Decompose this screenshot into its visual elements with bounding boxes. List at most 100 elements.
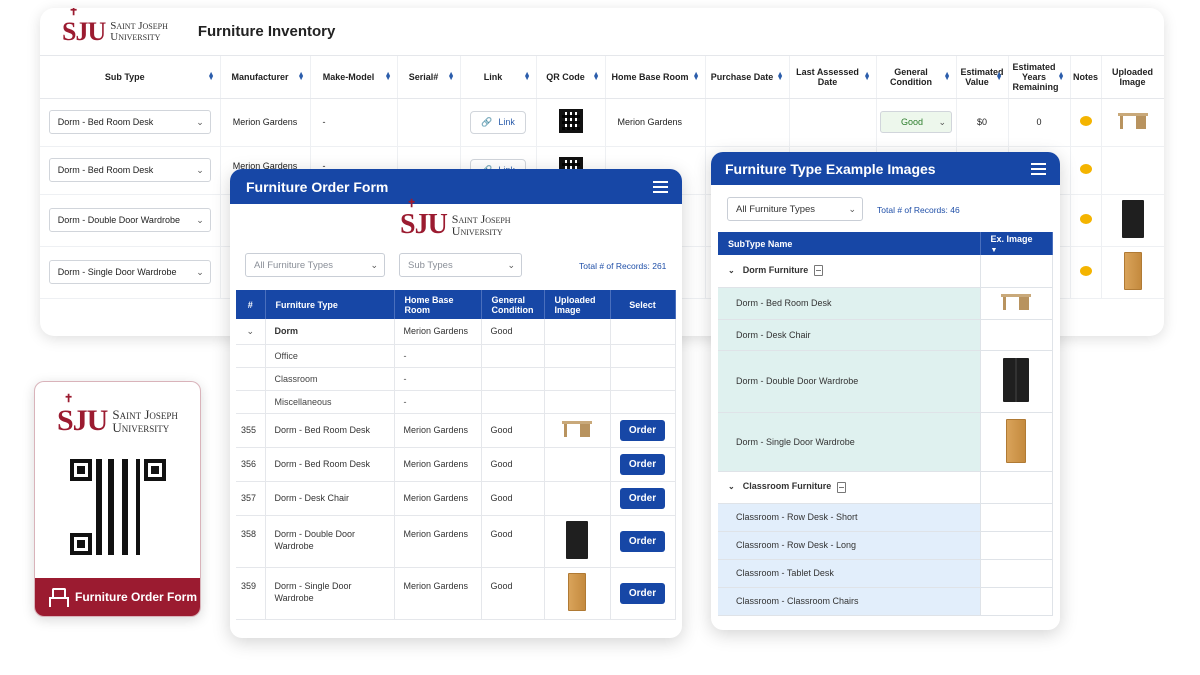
- sju-logo: SJU Saint JosephUniversity: [57, 394, 178, 436]
- order-button[interactable]: Order: [620, 487, 665, 509]
- furniture-types-filter[interactable]: All Furniture Types ⌄: [727, 197, 863, 221]
- sort-icon[interactable]: ▲ ▼: [524, 71, 531, 82]
- desk-image[interactable]: [1117, 113, 1148, 129]
- chevron-down-icon[interactable]: ⌄: [728, 266, 735, 275]
- col-header[interactable]: Estimated Value ▲ ▼: [956, 56, 1009, 99]
- item-type: Dorm - Desk Chair: [265, 481, 395, 516]
- list-item[interactable]: Dorm - Single Door Wardrobe: [718, 412, 1053, 472]
- list-item[interactable]: Classroom - Tablet Desk: [718, 559, 1053, 588]
- col-header[interactable]: Make-Model ▲ ▼: [310, 56, 398, 99]
- col-header[interactable]: Manufacturer ▲ ▼: [220, 56, 311, 99]
- subtype-select[interactable]: Dorm - Single Door Wardrobe ⌄: [48, 260, 211, 284]
- chevron-down-icon[interactable]: ⌄: [728, 482, 735, 491]
- sort-icon[interactable]: ▲ ▼: [298, 71, 305, 82]
- home-base-cell: Merion Gardens: [394, 567, 482, 620]
- table-header-row: Sub Type ▲ ▼ Manufacturer ▲ ▼ Make-Model ▲ ▼ S…: [40, 56, 1164, 99]
- sort-icon[interactable]: ▲ ▼: [777, 71, 784, 82]
- table-row: Dorm - Bed Room Desk⌄ Merion Gardens - 🔗…: [40, 98, 1164, 147]
- list-item[interactable]: Classroom - Classroom Chairs: [718, 587, 1053, 616]
- sort-icon[interactable]: ▲ ▼: [693, 71, 700, 82]
- table-row: 357 Dorm - Desk Chair Merion Gardens Goo…: [236, 481, 676, 516]
- dark-wardrobe-image[interactable]: [566, 520, 588, 559]
- sort-icon[interactable]: ▲ ▼: [944, 71, 951, 82]
- col-header[interactable]: Uploaded Image: [1101, 56, 1164, 99]
- list-item[interactable]: Dorm - Bed Room Desk: [718, 287, 1053, 320]
- copy-icon[interactable]: [814, 265, 824, 277]
- subgroup-name: Classroom: [265, 367, 395, 391]
- col-header[interactable]: Notes: [1070, 56, 1102, 99]
- item-type: Dorm - Bed Room Desk: [265, 413, 395, 448]
- home-base-cell: Merion Gardens: [605, 98, 706, 147]
- col-header[interactable]: Ex. Image ▼: [980, 232, 1053, 255]
- furniture-types-filter[interactable]: All Furniture Types ⌄: [245, 253, 385, 277]
- sort-icon[interactable]: ▲ ▼: [208, 71, 215, 82]
- sort-icon[interactable]: ▲ ▼: [385, 71, 392, 82]
- table-row: 356 Dorm - Bed Room Desk Merion Gardens …: [236, 447, 676, 482]
- sort-icon[interactable]: ▲ ▼: [864, 71, 871, 82]
- order-button[interactable]: Order: [620, 530, 665, 552]
- menu-icon[interactable]: [1031, 162, 1046, 175]
- note-icon[interactable]: [1079, 214, 1092, 224]
- dark-wardrobe-image[interactable]: [1003, 358, 1029, 402]
- order-button[interactable]: Order: [620, 453, 665, 475]
- desk-image[interactable]: [562, 420, 592, 437]
- condition-cell: Good: [481, 447, 545, 482]
- col-header[interactable]: General Condition ▲ ▼: [876, 56, 957, 99]
- note-icon[interactable]: [1079, 266, 1092, 276]
- order-button[interactable]: Order: [620, 419, 665, 441]
- col-header[interactable]: QR Code ▲ ▼: [536, 56, 606, 99]
- menu-icon[interactable]: [653, 180, 668, 193]
- subtype-select[interactable]: Dorm - Bed Room Desk ⌄: [48, 110, 211, 134]
- list-item[interactable]: Classroom - Row Desk - Short: [718, 503, 1053, 532]
- link-button[interactable]: 🔗Link: [470, 110, 526, 134]
- wood-wardrobe-image[interactable]: [1006, 418, 1026, 463]
- condition-select[interactable]: Good ⌄: [880, 111, 952, 133]
- logo-line2: University: [110, 30, 161, 43]
- col-header[interactable]: Serial# ▲ ▼: [397, 56, 461, 99]
- chevron-down-icon[interactable]: ⌄: [246, 326, 254, 336]
- note-icon[interactable]: [1079, 116, 1092, 126]
- col-header[interactable]: Home Base Room ▲ ▼: [605, 56, 706, 99]
- note-icon[interactable]: [1079, 164, 1092, 174]
- col-header[interactable]: Estimated Years Remaining ▲ ▼: [1008, 56, 1071, 99]
- group-row[interactable]: ⌄ Classroom Furniture: [718, 471, 1053, 504]
- col-header[interactable]: Link ▲ ▼: [460, 56, 537, 99]
- copy-icon[interactable]: [837, 481, 847, 493]
- subgroup-row[interactable]: Classroom -: [236, 367, 676, 391]
- subgroup-row[interactable]: Office -: [236, 344, 676, 368]
- wood-wardrobe-image[interactable]: [568, 572, 586, 611]
- col-header: #: [236, 290, 266, 319]
- qr-code-card[interactable]: SJU Saint JosephUniversity Furniture Ord…: [34, 381, 201, 617]
- qr-code-thumbnail[interactable]: [558, 109, 583, 133]
- examples-header: Furniture Type Example Images: [711, 152, 1060, 185]
- list-item[interactable]: Classroom - Row Desk - Long: [718, 531, 1053, 560]
- col-header[interactable]: Last Assessed Date ▲ ▼: [789, 56, 877, 99]
- table-row: 358 Dorm - Double Door Wardrobe Merion G…: [236, 515, 676, 568]
- sort-icon[interactable]: ▲ ▼: [996, 71, 1003, 82]
- list-item[interactable]: Dorm - Desk Chair: [718, 319, 1053, 351]
- sort-icon[interactable]: ▲ ▼: [448, 71, 455, 82]
- sort-icon[interactable]: ▲ ▼: [593, 71, 600, 82]
- col-header[interactable]: Purchase Date ▲ ▼: [705, 56, 790, 99]
- subtype-select[interactable]: Dorm - Bed Room Desk ⌄: [48, 158, 211, 182]
- sub-types-filter[interactable]: Sub Types ⌄: [399, 253, 522, 277]
- group-row[interactable]: ⌄ Dorm Furniture: [718, 255, 1053, 288]
- col-header[interactable]: Sub Type ▲ ▼: [40, 56, 221, 99]
- qr-card-footer[interactable]: Furniture Order Form: [35, 578, 200, 616]
- list-item[interactable]: Dorm - Double Door Wardrobe: [718, 350, 1053, 413]
- dark-wardrobe-image[interactable]: [1121, 200, 1144, 238]
- sort-icon[interactable]: ▲ ▼: [1058, 71, 1065, 82]
- subtype-select[interactable]: Dorm - Double Door Wardrobe ⌄: [48, 208, 211, 232]
- group-row[interactable]: ⌄ Dorm Merion Gardens Good: [236, 319, 676, 345]
- logo-mark: SJU: [62, 8, 106, 45]
- home-base-cell: Merion Gardens: [394, 413, 482, 448]
- wood-wardrobe-image[interactable]: [1123, 252, 1142, 290]
- subgroup-row[interactable]: Miscellaneous -: [236, 390, 676, 414]
- item-id: 357: [236, 481, 266, 516]
- desk-image[interactable]: [1001, 294, 1031, 310]
- home-base-cell: Merion Gardens: [394, 447, 482, 482]
- sort-desc-icon[interactable]: ▼: [991, 247, 998, 254]
- records-count: Total # of Records: 46: [877, 205, 960, 215]
- order-button[interactable]: Order: [620, 582, 665, 604]
- home-base-cell: Merion Gardens: [394, 515, 482, 568]
